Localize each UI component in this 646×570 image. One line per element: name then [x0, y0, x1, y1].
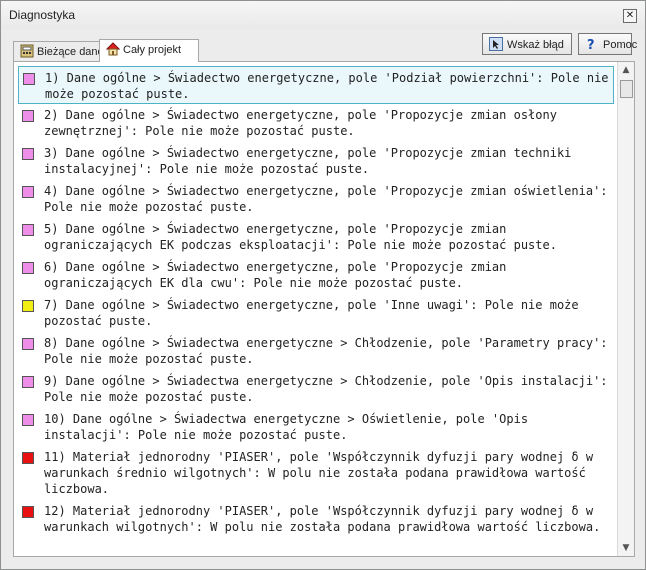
scroll-up-icon[interactable]: ▲	[618, 62, 634, 78]
list-item-text: 10) Dane ogólne > Świadectwa energetyczn…	[44, 412, 529, 442]
title-bar: Diagnostyka ✕	[1, 1, 645, 29]
vertical-scrollbar[interactable]: ▲ ▼	[617, 62, 634, 556]
list-item-text: 8) Dane ogólne > Świadectwa energetyczne…	[44, 336, 608, 366]
severity-square-icon	[22, 148, 34, 160]
help-button[interactable]: ? Pomoc	[578, 33, 637, 55]
scroll-down-icon[interactable]: ▼	[618, 540, 634, 556]
diagnostics-window: Diagnostyka ✕ Bieżące dane Cały projekt …	[0, 0, 646, 570]
list-item[interactable]: 7) Dane ogólne > Świadectwo energetyczne…	[18, 294, 614, 332]
window-title: Diagnostyka	[9, 8, 76, 22]
severity-square-icon	[23, 73, 35, 85]
scroll-thumb[interactable]	[620, 80, 633, 98]
show-error-button[interactable]: Wskaż błąd	[482, 33, 572, 55]
severity-square-icon	[22, 110, 34, 122]
list-item[interactable]: 2) Dane ogólne > Świadectwo energetyczne…	[18, 104, 614, 142]
calculator-icon	[20, 44, 34, 58]
list-item[interactable]: 9) Dane ogólne > Świadectwa energetyczne…	[18, 370, 614, 408]
list-item-text: 1) Dane ogólne > Świadectwo energetyczne…	[45, 71, 609, 101]
list-item-text: 11) Materiał jednorodny 'PIASER', pole '…	[44, 450, 594, 496]
severity-square-icon	[22, 186, 34, 198]
diagnostics-list-panel: 1) Dane ogólne > Świadectwo energetyczne…	[13, 61, 635, 557]
list-item-text: 3) Dane ogólne > Świadectwo energetyczne…	[44, 146, 572, 176]
list-item[interactable]: 11) Materiał jednorodny 'PIASER', pole '…	[18, 446, 614, 500]
severity-square-icon	[22, 262, 34, 274]
list-item[interactable]: 10) Dane ogólne > Świadectwa energetyczn…	[18, 408, 614, 446]
list-item-text: 5) Dane ogólne > Świadectwo energetyczne…	[44, 222, 557, 252]
list-item[interactable]: 3) Dane ogólne > Świadectwo energetyczne…	[18, 142, 614, 180]
severity-square-icon	[22, 376, 34, 388]
list-item-text: 4) Dane ogólne > Świadectwo energetyczne…	[44, 184, 608, 214]
list-item[interactable]: 1) Dane ogólne > Świadectwo energetyczne…	[18, 66, 614, 104]
close-icon[interactable]: ✕	[623, 9, 637, 23]
severity-square-icon	[22, 224, 34, 236]
list-item-text: 9) Dane ogólne > Świadectwa energetyczne…	[44, 374, 608, 404]
severity-square-icon	[22, 338, 34, 350]
severity-square-icon	[22, 300, 34, 312]
list-item-text: 6) Dane ogólne > Świadectwo energetyczne…	[44, 260, 507, 290]
severity-square-icon	[22, 452, 34, 464]
list-item-text: 7) Dane ogólne > Świadectwo energetyczne…	[44, 298, 579, 328]
severity-square-icon	[22, 414, 34, 426]
list-item[interactable]: 6) Dane ogólne > Świadectwo energetyczne…	[18, 256, 614, 294]
house-icon	[106, 42, 120, 56]
svg-text:?: ?	[587, 38, 595, 51]
diagnostics-list: 1) Dane ogólne > Świadectwo energetyczne…	[18, 66, 614, 552]
list-item-text: 12) Materiał jednorodny 'PIASER', pole '…	[44, 504, 601, 534]
help-icon: ?	[587, 38, 595, 51]
tab-whole-project-label: Cały projekt	[123, 44, 182, 56]
pointer-icon	[489, 37, 503, 51]
show-error-label: Wskaż błąd	[507, 39, 564, 51]
tab-current-data-label: Bieżące dane	[37, 46, 104, 58]
list-item[interactable]: 4) Dane ogólne > Świadectwo energetyczne…	[18, 180, 614, 218]
list-item-text: 2) Dane ogólne > Świadectwo energetyczne…	[44, 108, 557, 138]
severity-square-icon	[22, 506, 34, 518]
list-item[interactable]: 5) Dane ogólne > Świadectwo energetyczne…	[18, 218, 614, 256]
list-item[interactable]: 8) Dane ogólne > Świadectwa energetyczne…	[18, 332, 614, 370]
tab-whole-project[interactable]: Cały projekt	[99, 39, 199, 62]
help-label: Pomoc	[603, 39, 638, 51]
list-item[interactable]: 12) Materiał jednorodny 'PIASER', pole '…	[18, 500, 614, 552]
